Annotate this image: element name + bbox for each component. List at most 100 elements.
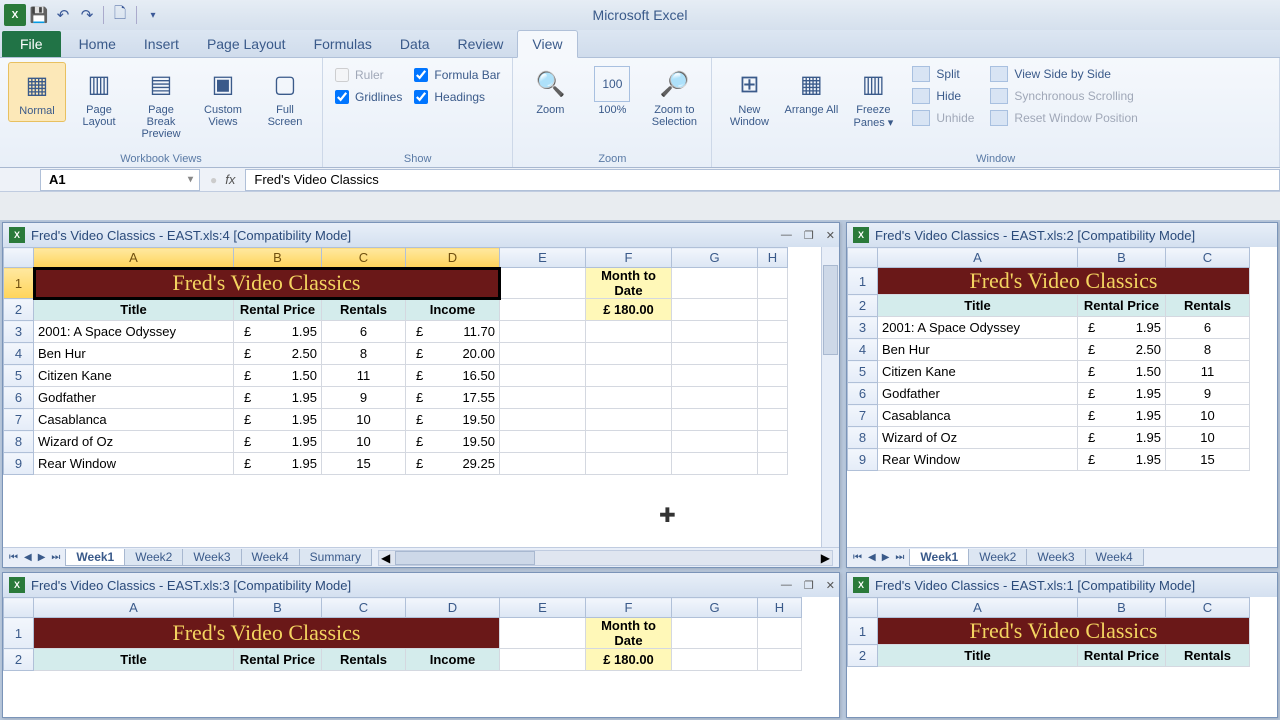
row-header[interactable]: 2 <box>848 645 878 667</box>
row-header[interactable]: 4 <box>4 343 34 365</box>
tab-home[interactable]: Home <box>65 31 130 57</box>
header-title[interactable]: Title <box>34 299 234 321</box>
normal-view-button[interactable]: ▦Normal <box>8 62 66 122</box>
excel-icon[interactable]: X <box>4 4 26 26</box>
col-header-e[interactable]: E <box>500 248 586 268</box>
cell-title[interactable]: Citizen Kane <box>34 365 234 387</box>
vertical-scrollbar[interactable] <box>821 247 839 547</box>
cell-price[interactable]: £1.95 <box>234 321 322 343</box>
close-icon[interactable]: ✕ <box>826 229 835 242</box>
sheet-tab-week2[interactable]: Week2 <box>124 549 183 566</box>
cell[interactable] <box>586 453 672 475</box>
undo-button[interactable]: ↶ <box>52 4 74 26</box>
sheet-tab-week1[interactable]: Week1 <box>909 549 969 566</box>
cell[interactable] <box>500 453 586 475</box>
grid[interactable]: A B C D E F G H 1 Fred's Video Classics … <box>3 247 821 547</box>
formula-input[interactable]: Fred's Video Classics <box>245 169 1280 191</box>
col-header-c[interactable]: C <box>1166 598 1250 618</box>
arrange-all-button[interactable]: ▦Arrange All <box>782 62 840 120</box>
cell[interactable] <box>672 321 758 343</box>
row-header[interactable]: 1 <box>848 618 878 645</box>
cell[interactable] <box>672 343 758 365</box>
sheet-tab-week1[interactable]: Week1 <box>65 549 125 566</box>
zoom-to-selection-button[interactable]: 🔎Zoom to Selection <box>645 62 703 132</box>
row-header[interactable]: 9 <box>848 449 878 471</box>
header-rentals[interactable]: Rentals <box>1166 295 1250 317</box>
tab-data[interactable]: Data <box>386 31 444 57</box>
page-layout-button[interactable]: ▥Page Layout <box>70 62 128 132</box>
grid[interactable]: A B C 1 Fred's Video Classics 2 Title Re… <box>847 597 1277 717</box>
row-header[interactable]: 8 <box>848 427 878 449</box>
sheet-tab-week4[interactable]: Week4 <box>241 549 300 566</box>
split-button[interactable]: Split <box>910 64 976 84</box>
cell[interactable] <box>500 321 586 343</box>
row-header[interactable]: 3 <box>4 321 34 343</box>
row-header[interactable]: 5 <box>4 365 34 387</box>
cell-title[interactable]: Godfather <box>34 387 234 409</box>
cell-title[interactable]: Rear Window <box>878 449 1078 471</box>
zoom-100-button[interactable]: 100100% <box>583 62 641 120</box>
row-header[interactable]: 1 <box>4 268 34 299</box>
header-price[interactable]: Rental Price <box>1078 645 1166 667</box>
cell-income[interactable]: £20.00 <box>406 343 500 365</box>
col-header-a[interactable]: A <box>878 248 1078 268</box>
cell[interactable] <box>586 387 672 409</box>
cell-price[interactable]: £2.50 <box>234 343 322 365</box>
row-header[interactable]: 1 <box>848 268 878 295</box>
col-header-d[interactable]: D <box>406 598 500 618</box>
cell-price[interactable]: £1.95 <box>1078 405 1166 427</box>
cell[interactable] <box>500 387 586 409</box>
title-cell[interactable]: Fred's Video Classics <box>34 618 500 649</box>
sheet-tab-week2[interactable]: Week2 <box>968 549 1027 566</box>
view-side-by-side-button[interactable]: View Side by Side <box>988 64 1139 84</box>
cell-price[interactable]: £1.95 <box>234 453 322 475</box>
headings-checkbox[interactable]: Headings <box>414 90 500 104</box>
header-price[interactable]: Rental Price <box>234 649 322 671</box>
cell[interactable] <box>586 431 672 453</box>
col-header-f[interactable]: F <box>586 598 672 618</box>
month-label-cell[interactable]: Month to Date <box>586 268 672 299</box>
cell[interactable] <box>672 649 758 671</box>
cell-price[interactable]: £1.95 <box>1078 449 1166 471</box>
header-income[interactable]: Income <box>406 649 500 671</box>
sheet-tab-week3[interactable]: Week3 <box>182 549 241 566</box>
row-header[interactable]: 9 <box>4 453 34 475</box>
sheet-nav[interactable]: ⏮◀▶⏭ <box>847 552 910 563</box>
formula-bar-checkbox[interactable]: Formula Bar <box>414 68 500 82</box>
header-rentals[interactable]: Rentals <box>322 649 406 671</box>
restore-icon[interactable]: ❐ <box>804 229 814 242</box>
col-header-c[interactable]: C <box>1166 248 1250 268</box>
window-titlebar[interactable]: X Fred's Video Classics - EAST.xls:3 [Co… <box>3 573 839 597</box>
cell-rentals[interactable]: 8 <box>322 343 406 365</box>
row-header[interactable]: 8 <box>4 431 34 453</box>
redo-button[interactable]: ↷ <box>76 4 98 26</box>
cell[interactable] <box>500 268 586 299</box>
cell[interactable] <box>758 387 788 409</box>
new-button[interactable]: 🗋 <box>109 4 131 26</box>
cell[interactable] <box>758 343 788 365</box>
minimize-icon[interactable]: — <box>781 229 792 242</box>
cell-price[interactable]: £1.50 <box>1078 361 1166 383</box>
cell[interactable] <box>758 409 788 431</box>
cell-rentals[interactable]: 9 <box>322 387 406 409</box>
grid[interactable]: A B C D E F G H 1 Fred's Video Classics … <box>3 597 839 717</box>
zoom-button[interactable]: 🔍Zoom <box>521 62 579 120</box>
col-header-h[interactable]: H <box>758 248 788 268</box>
cell-title[interactable]: Wizard of Oz <box>878 427 1078 449</box>
title-cell[interactable]: Fred's Video Classics <box>878 268 1250 295</box>
cell-price[interactable]: £1.95 <box>234 409 322 431</box>
minimize-icon[interactable]: — <box>781 579 792 592</box>
window-titlebar[interactable]: X Fred's Video Classics - EAST.xls:4 [Co… <box>3 223 839 247</box>
cell-title[interactable]: Casablanca <box>878 405 1078 427</box>
cell-price[interactable]: £1.50 <box>234 365 322 387</box>
cell-rentals[interactable]: 11 <box>322 365 406 387</box>
select-all-corner[interactable] <box>848 598 878 618</box>
row-header[interactable]: 2 <box>848 295 878 317</box>
month-label-cell[interactable]: Month to Date <box>586 618 672 649</box>
cell[interactable] <box>500 365 586 387</box>
tab-file[interactable]: File <box>2 31 61 57</box>
tab-formulas[interactable]: Formulas <box>300 31 386 57</box>
restore-icon[interactable]: ❐ <box>804 579 814 592</box>
col-header-b[interactable]: B <box>234 248 322 268</box>
cell-title[interactable]: Rear Window <box>34 453 234 475</box>
